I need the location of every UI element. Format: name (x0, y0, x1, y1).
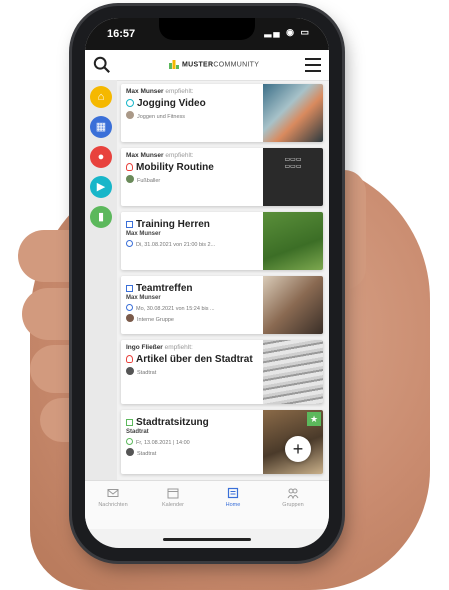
home-icon (227, 487, 239, 499)
lightbulb-icon[interactable]: ● (90, 146, 112, 168)
lightbulb-icon (126, 163, 133, 171)
group-avatar-icon (126, 111, 134, 119)
item-author: Max Munser (126, 231, 161, 237)
video-icon (126, 99, 134, 107)
group-avatar-icon (126, 314, 134, 322)
add-button[interactable]: + (285, 436, 311, 462)
logo-mark-icon (169, 60, 179, 69)
item-author: Stadtrat (126, 429, 149, 435)
status-bar: 16:57 ▂▄ ◉ ▭ (85, 18, 329, 50)
search-icon[interactable] (93, 56, 111, 74)
bottom-tab-bar: Nachrichten Kalender Home Gruppen (85, 480, 329, 529)
logo-bold: MUSTER (182, 61, 214, 69)
jogging-thumbnail (263, 84, 323, 142)
notch (159, 18, 255, 40)
menu-icon[interactable] (305, 58, 321, 72)
chart-icon[interactable]: ▮ (90, 206, 112, 228)
feed-item[interactable]: Max Munser empfiehlt: Mobility Routine F… (121, 148, 323, 206)
app-logo: MUSTERCOMMUNITY (169, 60, 259, 69)
app-header: MUSTERCOMMUNITY (85, 50, 329, 81)
recommender: Max Munser empfiehlt: (126, 152, 194, 159)
gift-icon[interactable]: ⌂ (90, 86, 112, 108)
feed-item[interactable]: Training Herren Max Munser Di, 31.08.202… (121, 212, 323, 270)
group-avatar-icon (126, 367, 134, 375)
mobility-thumbnail: ▭▭▭ ▭▭▭ (263, 148, 323, 206)
tab-kalender[interactable]: Kalender (149, 487, 197, 508)
lightbulb-icon (126, 355, 133, 363)
item-title: Teamtreffen (126, 283, 261, 294)
meeting-thumbnail (263, 276, 323, 334)
group-icon (287, 488, 299, 499)
newspaper-thumbnail (263, 340, 323, 404)
phone-screen: 16:57 ▂▄ ◉ ▭ MUSTERCOMMUNITY ⌂ ▦ ● ▶ ▮ M… (85, 18, 329, 548)
feed-item[interactable]: Teamtreffen Max Munser Mo, 30.08.2021 vo… (121, 276, 323, 334)
item-datetime: Fr, 13.08.2021 | 14:00 (126, 438, 261, 446)
item-group: Interne Gruppe (126, 314, 261, 323)
recommender: Max Munser empfiehlt: (126, 88, 194, 95)
feed-list: Max Munser empfiehlt: Jogging Video Jogg… (121, 84, 323, 480)
group-avatar-icon (126, 448, 134, 456)
feed-item[interactable]: Max Munser empfiehlt: Jogging Video Jogg… (121, 84, 323, 142)
item-datetime: Di, 31.08.2021 von 21:00 bis 2... (126, 240, 261, 248)
item-title: Jogging Video (126, 98, 261, 109)
item-group: Stadtrat (126, 367, 261, 376)
tab-home[interactable]: Home (209, 487, 257, 508)
calendar-icon (167, 488, 179, 499)
tab-nachrichten[interactable]: Nachrichten (89, 487, 137, 508)
item-datetime: Mo, 30.08.2021 von 15:24 bis ... (126, 304, 261, 312)
recommender: Ingo Fließer empfiehlt: (126, 344, 193, 351)
mail-icon (107, 489, 119, 497)
item-title: Training Herren (126, 219, 261, 230)
clock-icon (126, 304, 133, 311)
home-indicator (163, 538, 251, 541)
clock-icon (126, 438, 133, 445)
category-sidebar: ⌂ ▦ ● ▶ ▮ (85, 80, 117, 480)
tab-gruppen[interactable]: Gruppen (269, 487, 317, 508)
item-author: Max Munser (126, 295, 161, 301)
calendar-icon (126, 419, 133, 426)
feed-item[interactable]: Ingo Fließer empfiehlt: Artikel über den… (121, 340, 323, 404)
group-avatar-icon (126, 175, 134, 183)
item-group: Stadtrat (126, 448, 261, 457)
item-group: Fußballer (126, 175, 261, 184)
item-title: Mobility Routine (126, 162, 261, 173)
calendar-icon (126, 285, 133, 292)
item-title: Artikel über den Stadtrat (126, 354, 261, 365)
logo-light: COMMUNITY (213, 61, 260, 69)
item-title: Stadtratsitzung (126, 417, 261, 428)
status-icons: ▂▄ ◉ ▭ (264, 27, 311, 37)
status-time: 16:57 (107, 28, 136, 40)
play-icon[interactable]: ▶ (90, 176, 112, 198)
calendar-icon (126, 221, 133, 228)
calendar-icon[interactable]: ▦ (90, 116, 112, 138)
item-group: Joggen und Fitness (126, 111, 261, 120)
football-thumbnail (263, 212, 323, 270)
clock-icon (126, 240, 133, 247)
favorite-star-icon[interactable]: ★ (307, 412, 321, 426)
